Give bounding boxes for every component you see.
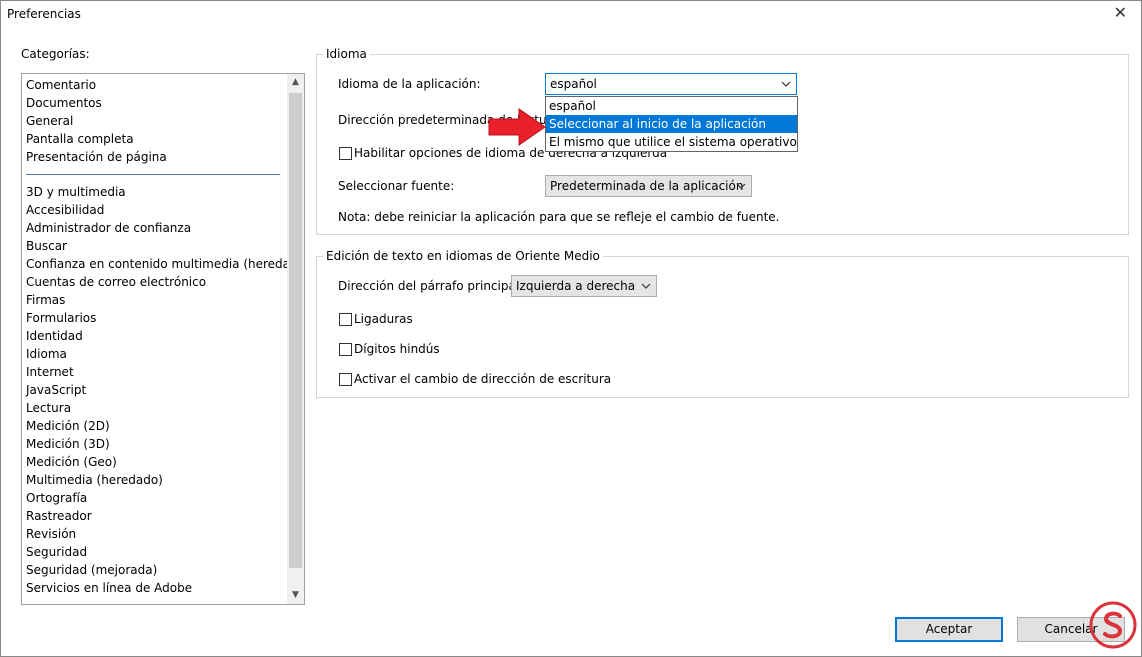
font-select[interactable]: Predeterminada de la aplicación — [545, 175, 752, 197]
hindi-digits-label: Dígitos hindús — [354, 342, 440, 356]
category-item[interactable]: General — [26, 112, 286, 130]
category-item[interactable]: Internet — [26, 363, 286, 381]
category-item[interactable]: Cuentas de correo electrónico — [26, 273, 286, 291]
category-item[interactable]: Lectura — [26, 399, 286, 417]
preferences-window: Preferencias ✕ Categorías: Comentario Doc… — [0, 0, 1142, 657]
categories-main-group: 3D y multimedia Accesibilidad Administrado… — [26, 183, 304, 597]
writing-direction-checkbox[interactable] — [339, 373, 352, 386]
category-item[interactable]: Documentos — [26, 94, 286, 112]
category-item[interactable]: Administrador de confianza — [26, 219, 286, 237]
app-language-label: Idioma de la aplicación: — [338, 77, 481, 91]
category-item[interactable]: Presentación de página — [26, 148, 286, 166]
categories-label: Categorías: — [21, 47, 90, 61]
category-item[interactable]: Pantalla completa — [26, 130, 286, 148]
category-item[interactable]: 3D y multimedia — [26, 183, 286, 201]
dropdown-option[interactable]: español — [546, 97, 797, 115]
app-language-value: español — [550, 77, 597, 91]
category-item[interactable]: Medición (2D) — [26, 417, 286, 435]
category-item[interactable]: Rastreador — [26, 507, 286, 525]
chevron-down-icon — [641, 276, 651, 304]
category-item[interactable]: Buscar — [26, 237, 286, 255]
category-item[interactable]: Seguridad (mejorada) — [26, 561, 286, 579]
paragraph-direction-select[interactable]: Izquierda a derecha — [511, 275, 657, 297]
font-value: Predeterminada de la aplicación — [550, 179, 744, 193]
app-language-select[interactable]: español — [545, 73, 797, 95]
category-item[interactable]: Confianza en contenido multimedia (hered… — [26, 255, 304, 273]
category-item[interactable]: Medición (Geo) — [26, 453, 286, 471]
idioma-legend: Idioma — [326, 47, 367, 61]
categories-list[interactable]: Comentario Documentos General Pantalla comp… — [21, 73, 305, 605]
ligatures-label: Ligaduras — [354, 312, 413, 326]
scrollbar-thumb[interactable] — [289, 93, 302, 568]
solvetic-logo — [1089, 601, 1137, 652]
writing-direction-label: Activar el cambio de dirección de escrit… — [354, 372, 612, 386]
category-item[interactable]: Comentario — [26, 76, 286, 94]
ligatures-checkbox[interactable] — [339, 313, 352, 326]
dropdown-option[interactable]: El mismo que utilice el sistema operativ… — [546, 133, 797, 151]
category-item[interactable]: Ortografía — [26, 489, 286, 507]
window-title: Preferencias — [7, 7, 81, 21]
category-item[interactable]: Servicios en línea de Adobe — [26, 579, 286, 597]
app-language-dropdown: español Seleccionar al inicio de la aplic… — [545, 96, 798, 152]
paragraph-direction-value: Izquierda a derecha — [516, 279, 636, 293]
scroll-up-icon[interactable]: ▲ — [287, 74, 304, 91]
category-item[interactable]: Accesibilidad — [26, 201, 286, 219]
category-item[interactable]: JavaScript — [26, 381, 286, 399]
category-item[interactable]: Identidad — [26, 327, 286, 345]
categories-separator — [26, 174, 280, 175]
category-item[interactable]: Formularios — [26, 309, 286, 327]
category-item[interactable]: Seguridad — [26, 543, 286, 561]
red-arrow-icon — [487, 107, 547, 150]
close-icon[interactable]: ✕ — [1114, 3, 1127, 22]
category-item[interactable]: Idioma — [26, 345, 286, 363]
categories-scrollbar[interactable]: ▲ ▼ — [287, 74, 304, 604]
categories-top-group: Comentario Documentos General Pantalla comp… — [26, 76, 286, 166]
chevron-down-icon — [736, 176, 746, 204]
font-label: Seleccionar fuente: — [338, 179, 455, 193]
category-item[interactable]: Multimedia (heredado) — [26, 471, 286, 489]
paragraph-direction-label: Dirección del párrafo principal: — [338, 279, 524, 293]
category-item[interactable]: Revisión — [26, 525, 286, 543]
category-item[interactable]: Firmas — [26, 291, 286, 309]
middle-east-legend: Edición de texto en idiomas de Oriente M… — [326, 249, 600, 263]
rtl-checkbox[interactable] — [339, 147, 352, 160]
category-item[interactable]: Medición (3D) — [26, 435, 286, 453]
categories-items: Comentario Documentos General Pantalla comp… — [26, 76, 304, 597]
scroll-down-icon[interactable]: ▼ — [287, 587, 304, 604]
font-note: Nota: debe reiniciar la aplicación para … — [338, 210, 780, 224]
dropdown-option[interactable]: Seleccionar al inicio de la aplicación — [546, 115, 797, 133]
hindi-digits-checkbox[interactable] — [339, 343, 352, 356]
accept-button[interactable]: Aceptar — [895, 617, 1003, 642]
